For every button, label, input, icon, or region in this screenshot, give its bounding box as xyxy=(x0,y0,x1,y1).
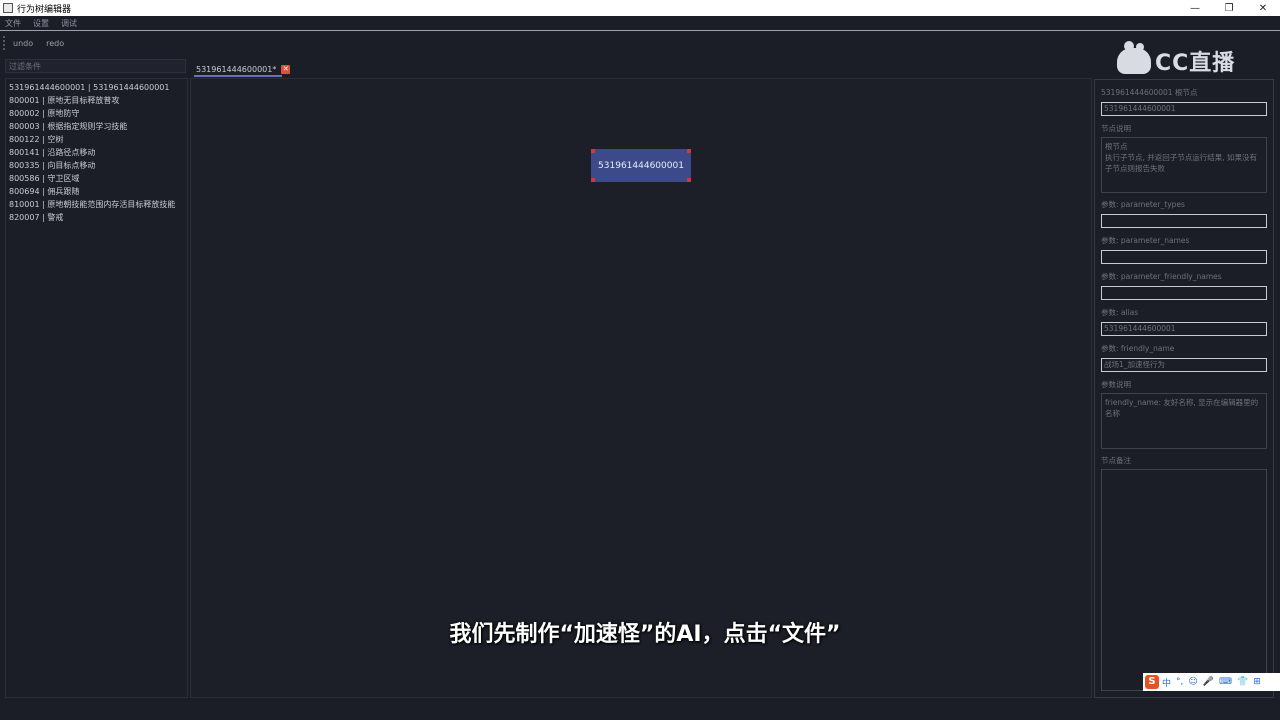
window-controls: — ❐ ✕ xyxy=(1178,0,1280,16)
title-bar: 行为树编辑器 — ❐ ✕ xyxy=(0,0,1280,16)
toolbar-grip[interactable] xyxy=(3,36,5,50)
list-item[interactable]: 800003 | 根据指定规则学习技能 xyxy=(6,120,187,133)
tab-close-icon[interactable]: ✕ xyxy=(281,64,291,74)
node-label: 531961444600001 xyxy=(598,160,684,171)
node-header: 531961444600001 根节点 xyxy=(1101,88,1198,97)
param-label: 参数: friendly_name xyxy=(1101,344,1175,353)
node-handle[interactable] xyxy=(591,149,595,153)
chinese-mode-icon[interactable]: 中 xyxy=(1162,676,1171,689)
friendly-name-field[interactable]: 战场1_加速怪行为 xyxy=(1101,358,1267,372)
maximize-button[interactable]: ❐ xyxy=(1212,0,1246,16)
param-label: 参数: alias xyxy=(1101,308,1139,317)
ime-toolbar: S 中 °, ☺ 🎤 ⌨ 👕 ⊞ xyxy=(1143,673,1280,691)
menu-debug[interactable]: 调试 xyxy=(61,18,77,29)
minimize-button[interactable]: — xyxy=(1178,0,1212,16)
filter-input[interactable] xyxy=(5,59,186,73)
parameter-names-field[interactable] xyxy=(1101,250,1267,264)
note-textarea[interactable] xyxy=(1101,469,1267,691)
sogou-logo-icon[interactable]: S xyxy=(1145,675,1159,689)
menu-file[interactable]: 文件 xyxy=(5,18,21,29)
node-handle[interactable] xyxy=(687,149,691,153)
param-desc-label: 参数说明 xyxy=(1101,380,1131,389)
watermark-text: CC直播 xyxy=(1155,51,1236,76)
list-item[interactable]: 800586 | 守卫区域 xyxy=(6,172,187,185)
root-node[interactable]: 531961444600001 xyxy=(591,149,691,182)
list-item[interactable]: 800141 | 沿路径点移动 xyxy=(6,146,187,159)
skin-icon[interactable]: 👕 xyxy=(1237,677,1248,687)
desc-label: 节点说明 xyxy=(1101,124,1131,133)
keyboard-icon[interactable]: ⌨ xyxy=(1219,677,1232,687)
emoji-icon[interactable]: ☺ xyxy=(1188,677,1197,687)
node-handle[interactable] xyxy=(687,178,691,182)
window-title: 行为树编辑器 xyxy=(17,4,72,15)
parameter-friendly-names-field[interactable] xyxy=(1101,286,1267,300)
redo-button[interactable]: redo xyxy=(46,39,64,48)
app-icon xyxy=(3,3,13,13)
param-desc-textarea[interactable]: friendly_name: 友好名称, 显示在编辑器里的名称 xyxy=(1101,393,1267,449)
cloud-logo-icon xyxy=(1117,41,1151,74)
node-id-field[interactable]: 531961444600001 xyxy=(1101,102,1267,116)
status-bar xyxy=(0,700,1280,720)
list-item[interactable]: 800001 | 原地无目标释放普攻 xyxy=(6,94,187,107)
menu-bar: 文件 设置 调试 xyxy=(0,16,1280,31)
properties-panel: 531961444600001 根节点 531961444600001 节点说明… xyxy=(1094,79,1274,698)
list-item[interactable]: 820007 | 警戒 xyxy=(6,211,187,224)
close-button[interactable]: ✕ xyxy=(1246,0,1280,16)
list-item[interactable]: 531961444600001 | 531961444600001 xyxy=(6,81,187,94)
toolbar: undo redo xyxy=(0,33,1280,53)
microphone-icon[interactable]: 🎤 xyxy=(1203,677,1214,687)
tab-active-indicator xyxy=(194,75,282,77)
tab-label[interactable]: 531961444600001* xyxy=(194,65,278,74)
undo-button[interactable]: undo xyxy=(13,39,33,48)
app-window: 行为树编辑器 — ❐ ✕ 文件 设置 调试 undo redo 53196144… xyxy=(0,0,1280,720)
node-handle[interactable] xyxy=(591,178,595,182)
list-item[interactable]: 800694 | 佣兵跟随 xyxy=(6,185,187,198)
parameter-types-field[interactable] xyxy=(1101,214,1267,228)
toolbox-icon[interactable]: ⊞ xyxy=(1253,677,1261,687)
cc-live-watermark: CC直播 xyxy=(1117,41,1242,78)
menu-settings[interactable]: 设置 xyxy=(33,18,49,29)
punctuation-icon[interactable]: °, xyxy=(1176,677,1183,687)
param-label: 参数: parameter_types xyxy=(1101,200,1185,209)
note-label: 节点备注 xyxy=(1101,456,1131,465)
tab-tree[interactable]: 531961444600001* ✕ xyxy=(194,62,291,76)
list-item[interactable]: 810001 | 原地朝技能范围内存活目标释放技能 xyxy=(6,198,187,211)
desc-textarea[interactable]: 根节点 执行子节点, 并返回子节点运行结果, 如果没有子节点则报告失败 xyxy=(1101,137,1267,193)
list-item[interactable]: 800002 | 原地防守 xyxy=(6,107,187,120)
list-item[interactable]: 800122 | 空树 xyxy=(6,133,187,146)
video-subtitle: 我们先制作“加速怪”的AI，点击“文件” xyxy=(449,622,841,647)
tree-list: 531961444600001 | 531961444600001 800001… xyxy=(5,78,188,698)
alias-field[interactable]: 531961444600001 xyxy=(1101,322,1267,336)
param-label: 参数: parameter_names xyxy=(1101,236,1190,245)
tree-canvas[interactable]: 531961444600001 xyxy=(190,78,1092,698)
list-item[interactable]: 800335 | 向目标点移动 xyxy=(6,159,187,172)
param-label: 参数: parameter_friendly_names xyxy=(1101,272,1222,281)
